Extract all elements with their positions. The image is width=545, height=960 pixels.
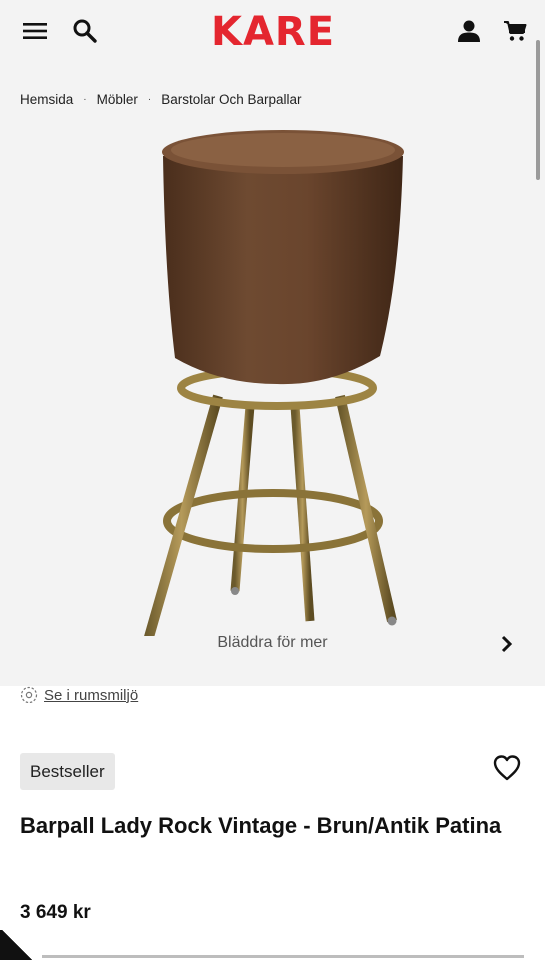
bestseller-badge: Bestseller bbox=[20, 753, 115, 790]
room-view-link[interactable]: Se i rumsmiljö bbox=[20, 686, 138, 704]
breadcrumb: Hemsida · Möbler · Barstolar Och Barpall… bbox=[20, 92, 302, 107]
divider bbox=[42, 955, 524, 958]
hamburger-menu-icon[interactable] bbox=[20, 16, 50, 46]
breadcrumb-item-furniture[interactable]: Möbler bbox=[97, 92, 138, 107]
breadcrumb-item-barstools[interactable]: Barstolar Och Barpallar bbox=[161, 92, 301, 107]
browse-hint: Bläddra för mer bbox=[217, 634, 328, 651]
breadcrumb-separator: · bbox=[147, 94, 152, 105]
room-view-label[interactable]: Se i rumsmiljö bbox=[44, 687, 138, 704]
bar-stool-product-image bbox=[144, 130, 404, 636]
product-price: 3 649 kr bbox=[20, 902, 91, 923]
heart-icon[interactable] bbox=[492, 754, 524, 784]
scrollbar-thumb[interactable] bbox=[536, 40, 540, 180]
breadcrumb-separator: · bbox=[83, 94, 87, 105]
search-icon[interactable] bbox=[70, 16, 100, 46]
product-title: Barpall Lady Rock Vintage - Brun/Antik P… bbox=[20, 813, 502, 838]
shopping-cart-icon[interactable] bbox=[500, 16, 530, 46]
site-header: KARE bbox=[0, 0, 545, 66]
corner-overlay bbox=[0, 930, 34, 960]
breadcrumb-item-home[interactable]: Hemsida bbox=[20, 92, 73, 107]
kare-logo[interactable]: KARE bbox=[178, 10, 368, 54]
product-image-gallery[interactable]: Hemsida · Möbler · Barstolar Och Barpall… bbox=[0, 66, 545, 686]
room-view-icon bbox=[20, 686, 38, 704]
chevron-right-icon[interactable] bbox=[497, 634, 517, 654]
user-account-icon[interactable] bbox=[454, 16, 484, 46]
